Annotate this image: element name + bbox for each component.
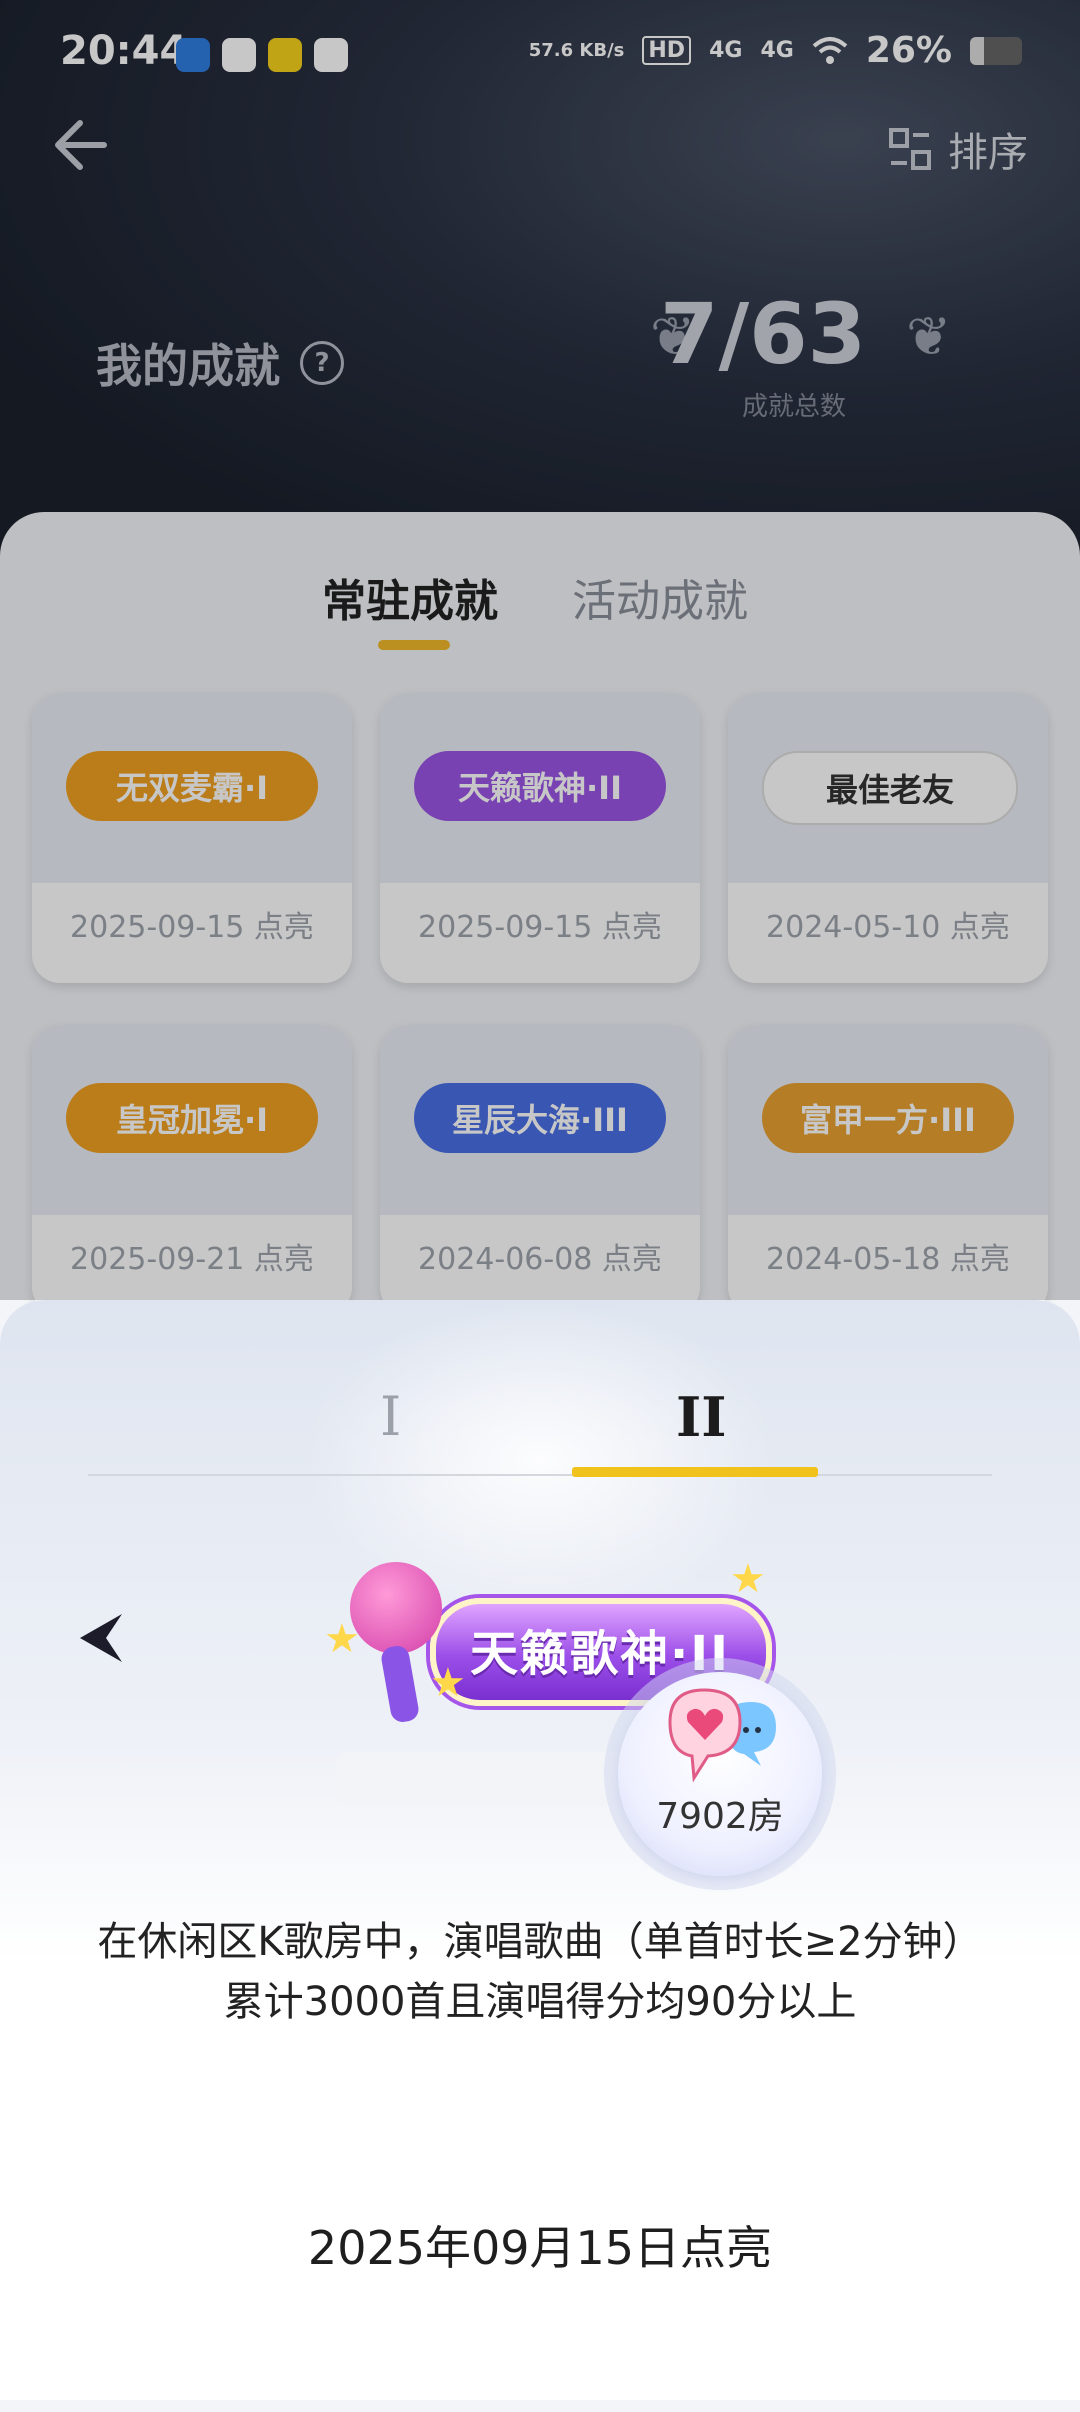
modal-dim-overlay[interactable] xyxy=(0,0,1080,1300)
badge-title: 天籁歌神·II xyxy=(470,1626,730,1682)
star-icon: ★ xyxy=(730,1556,766,1602)
level-tab-2[interactable]: II xyxy=(676,1385,727,1449)
star-icon: ★ xyxy=(324,1616,360,1662)
room-label: 7902房 xyxy=(656,1796,784,1837)
lit-date: 2025年09月15日点亮 xyxy=(307,2221,773,2275)
chat-heart-icon xyxy=(668,1688,776,1783)
achievement-description: 在休闲区K歌房中，演唱歌曲（单首时长≥2分钟）累计3000首且演唱得分均90分以… xyxy=(97,1919,983,2025)
microphone-icon xyxy=(350,1562,442,1654)
level-tab-1[interactable]: I xyxy=(380,1385,401,1448)
level-tab-divider xyxy=(88,1474,992,1476)
star-icon: ★ xyxy=(430,1660,466,1706)
level-tab-active-indicator xyxy=(572,1467,818,1477)
prev-arrow-icon[interactable] xyxy=(76,1610,126,1666)
